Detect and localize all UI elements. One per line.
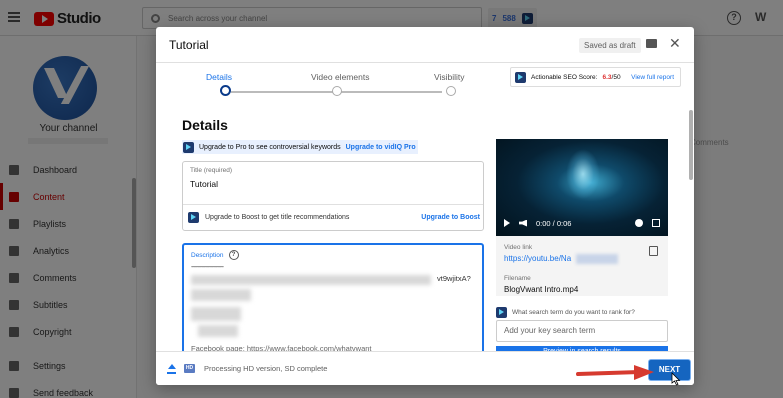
video-link-label: Video link	[504, 244, 533, 251]
step-connector	[342, 91, 442, 93]
red-arrow-icon	[576, 365, 654, 380]
volume-icon[interactable]	[519, 219, 527, 227]
video-time: 0:00 / 0:06	[536, 218, 572, 228]
pro-banner-text: Upgrade to Pro to see controversial keyw…	[199, 143, 341, 151]
vidiq-icon	[183, 141, 194, 153]
title-field[interactable]: Title (required) Tutorial Upgrade to Boo…	[182, 161, 484, 231]
step-details[interactable]: Details	[206, 72, 232, 82]
view-full-report-link[interactable]: View full report	[631, 74, 674, 81]
divider	[183, 204, 483, 205]
description-label-text: Description	[191, 251, 224, 259]
description-fragment: vt9wjitxA?	[437, 274, 471, 283]
title-field-label: Title (required)	[190, 167, 233, 174]
video-controls: 0:00 / 0:06	[496, 213, 668, 233]
description-dashes: ------------------------	[191, 264, 224, 271]
upload-icon	[167, 364, 176, 374]
video-player[interactable]: 0:00 / 0:06	[496, 139, 668, 236]
rank-question-text: What search term do you want to rank for…	[512, 309, 635, 316]
step-dot-details	[220, 85, 231, 96]
description-label: Description ?	[191, 250, 239, 260]
mouse-cursor-icon	[671, 372, 681, 386]
rank-question: What search term do you want to rank for…	[496, 307, 635, 318]
vidiq-icon	[515, 71, 526, 83]
section-title: Details	[182, 117, 228, 133]
draft-status-badge: Saved as draft	[579, 38, 641, 53]
search-term-input[interactable]: Add your key search term	[496, 320, 668, 342]
filename-label: Filename	[504, 275, 531, 282]
dialog-scrollbar[interactable]	[689, 110, 693, 180]
vidiq-icon	[496, 307, 507, 318]
report-issue-icon[interactable]	[646, 39, 657, 48]
boost-banner: Upgrade to Boost to get title recommenda…	[188, 212, 480, 223]
copy-icon[interactable]	[649, 246, 658, 256]
upgrade-boost-link[interactable]: Upgrade to Boost	[421, 214, 480, 221]
video-link[interactable]: https://youtu.be/Na	[504, 254, 571, 263]
video-preview-card: 0:00 / 0:06 Video link https://youtu.be/…	[496, 139, 668, 296]
upload-dialog: Tutorial Saved as draft ✕ Details Video …	[156, 27, 694, 385]
upload-stepper: Details Video elements Visibility	[196, 72, 476, 102]
close-icon[interactable]: ✕	[669, 35, 681, 52]
fullscreen-icon[interactable]	[652, 219, 660, 227]
dialog-title: Tutorial	[169, 38, 209, 52]
seo-max: /50	[611, 73, 621, 81]
step-label: Details	[206, 72, 232, 82]
dialog-header: Tutorial Saved as draft ✕	[156, 27, 694, 63]
boost-banner-text: Upgrade to Boost to get title recommenda…	[205, 214, 350, 221]
settings-icon[interactable]	[635, 219, 643, 227]
blurred-link	[576, 254, 618, 264]
filename-value: BlogVwant Intro.mp4	[504, 285, 579, 294]
blurred-text	[191, 307, 241, 321]
blurred-text	[198, 325, 238, 337]
step-dot-video-elements	[332, 86, 342, 96]
step-label: Video elements	[311, 72, 370, 82]
help-icon[interactable]: ?	[228, 250, 239, 260]
play-icon[interactable]	[504, 219, 510, 227]
description-field[interactable]: Description ? ------------------------ v…	[182, 243, 484, 355]
upgrade-pro-banner: Upgrade to Pro to see controversial keyw…	[182, 140, 418, 154]
hd-icon: HD	[184, 364, 195, 373]
processing-status: Processing HD version, SD complete	[204, 364, 328, 373]
seo-score-box: Actionable SEO Score: 6.3/50 View full r…	[510, 67, 681, 87]
seo-label: Actionable SEO Score:	[531, 73, 598, 81]
seo-score: 6.3	[602, 73, 612, 81]
blurred-text	[191, 275, 431, 285]
step-dot-visibility	[446, 86, 456, 96]
title-field-value[interactable]: Tutorial	[190, 179, 218, 189]
dialog-body: Details Upgrade to Pro to see controvers…	[156, 103, 694, 356]
step-label: Visibility	[434, 72, 465, 82]
vidiq-icon	[188, 212, 199, 223]
step-visibility[interactable]: Visibility	[434, 72, 465, 82]
upgrade-pro-link[interactable]: Upgrade to vidIQ Pro	[346, 144, 416, 151]
blurred-text	[191, 289, 251, 301]
step-video-elements[interactable]: Video elements	[311, 72, 369, 82]
